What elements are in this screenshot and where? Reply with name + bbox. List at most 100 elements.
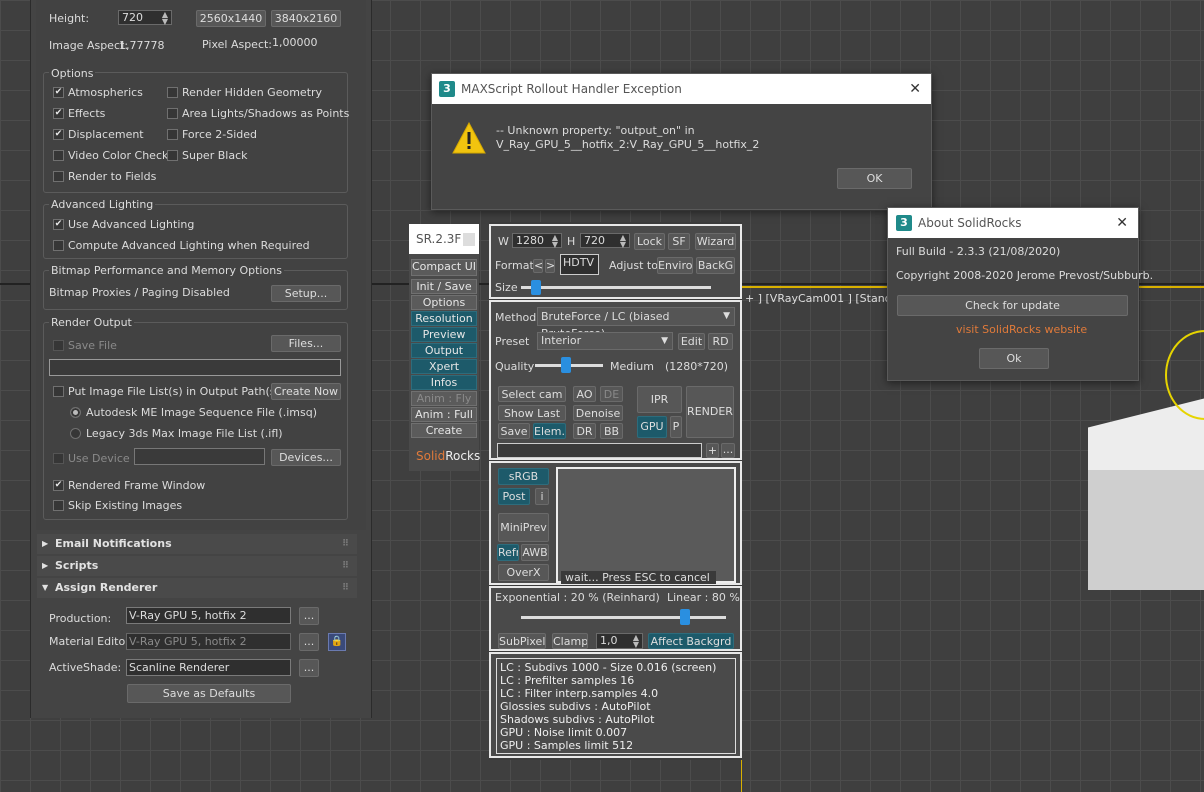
autodesk-sequence-radio[interactable] [70,407,81,418]
lock-button[interactable]: Lock [634,233,665,250]
devices-button[interactable]: Devices... [271,449,341,466]
format-field[interactable]: HDTV [560,254,599,275]
assign-renderer-rollout[interactable]: ▼ Assign Renderer ⠿ [37,578,357,598]
ao-button[interactable]: AO [573,386,596,402]
command-field[interactable] [497,443,702,458]
backg-button[interactable]: BackG [696,257,735,274]
area-lights-checkbox[interactable] [167,108,178,119]
compute-advanced-lighting-checkbox[interactable] [53,240,64,251]
refresh-button[interactable]: Refr [497,544,519,561]
use-device-checkbox[interactable] [53,453,64,464]
height-spinner[interactable]: 720 ▲ ▼ [118,10,172,26]
method-dropdown[interactable]: BruteForce / LC (biased BruteForce)▼ [537,307,735,340]
render-button[interactable]: RENDER [686,386,734,438]
srgb-button[interactable]: sRGB [498,468,549,485]
format-prev-button[interactable]: < [533,259,543,273]
enviro-button[interactable]: Enviro [657,257,693,274]
overx-button[interactable]: OverX [498,564,549,581]
super-black-checkbox[interactable] [167,150,178,161]
activeshade-field[interactable]: Scanline Renderer [126,659,291,676]
atmospherics-checkbox[interactable]: ✔ [53,87,64,98]
infos-button[interactable]: Infos [411,375,477,390]
gpu-button[interactable]: GPU [637,416,667,438]
website-link[interactable]: visit SolidRocks website [956,323,1087,336]
maxscript-ok-button[interactable]: OK [837,168,912,189]
quality-slider-knob[interactable] [560,357,571,373]
skip-existing-checkbox[interactable] [53,500,64,511]
save-as-defaults-button[interactable]: Save as Defaults [127,684,291,703]
preview-button[interactable]: Preview [411,327,477,342]
video-color-check-checkbox[interactable] [53,150,64,161]
info-i-button[interactable]: i [535,488,549,505]
check-for-update-button[interactable]: Check for update [897,295,1128,316]
render-to-fields-checkbox[interactable] [53,171,64,182]
close-icon[interactable]: ✕ [909,74,921,104]
activeshade-choose-button[interactable]: ... [299,659,319,677]
output-path-field[interactable] [49,359,341,376]
use-advanced-lighting-checkbox[interactable]: ✔ [53,219,64,230]
compact-ui-button[interactable]: Compact UI [411,259,477,276]
affect-backgrd-button[interactable]: Affect Backgrd [648,633,734,649]
render-hidden-checkbox[interactable] [167,87,178,98]
legacy-sequence-radio[interactable] [70,428,81,439]
preset-3840-button[interactable]: 3840x2160 [271,10,341,27]
elem-button[interactable]: Elem. [533,423,566,439]
output-button[interactable]: Output [411,343,477,358]
post-button[interactable]: Post [498,488,530,505]
awb-button[interactable]: AWB [521,544,549,561]
show-last-button[interactable]: Show Last [498,405,566,421]
close-icon[interactable]: ✕ [1116,208,1128,238]
exposure-slider-knob[interactable] [680,609,690,625]
create-now-button[interactable]: Create Now [271,383,341,400]
width-spinner[interactable]: 1280 ▲ ▼ [512,233,562,249]
save-file-checkbox[interactable] [53,340,64,351]
height-short-spinner[interactable]: 720 ▲ ▼ [580,233,630,249]
production-choose-button[interactable]: ... [299,607,319,625]
about-ok-button[interactable]: Ok [979,348,1049,369]
p-button[interactable]: P [670,416,682,438]
xpert-button[interactable]: Xpert [411,359,477,374]
select-cam-button[interactable]: Select cam [498,386,566,402]
force-2-sided-checkbox[interactable] [167,129,178,140]
clamp-button[interactable]: Clamp [552,633,588,649]
device-field[interactable] [134,448,265,465]
lock-icon[interactable]: 🔒 [328,633,346,651]
format-next-button[interactable]: > [545,259,555,273]
rd-button[interactable]: RD [708,333,733,350]
size-slider-knob[interactable] [531,280,542,295]
material-editor-choose-button[interactable]: ... [299,633,319,651]
effects-checkbox[interactable]: ✔ [53,108,64,119]
denoise-button[interactable]: Denoise [573,405,623,421]
preset-edit-button[interactable]: Edit [678,333,705,350]
setup-button[interactable]: Setup... [271,285,341,302]
files-button[interactable]: Files... [271,335,341,352]
ipr-button[interactable]: IPR [637,386,682,413]
options-button[interactable]: Options [411,295,477,310]
create-button[interactable]: Create [411,423,477,438]
anim-fly-button[interactable]: Anim : Fly [411,391,477,406]
subpixel-button[interactable]: SubPixel [498,633,546,649]
de-button[interactable]: DE [600,386,623,402]
dr-button[interactable]: DR [573,423,596,439]
clamp-spinner[interactable]: 1,0 ▲ ▼ [596,633,643,649]
put-image-list-checkbox[interactable] [53,386,64,397]
size-slider-track[interactable] [521,286,711,289]
viewport-label[interactable]: + ] [VRayCam001 ] [Standard [745,292,910,305]
production-field[interactable]: V-Ray GPU 5, hotfix 2 [126,607,291,624]
init-save-button[interactable]: Init / Save [411,279,477,294]
exposure-slider-track[interactable] [521,616,726,619]
email-notifications-rollout[interactable]: ▶ Email Notifications ⠿ [37,534,357,554]
scripts-rollout[interactable]: ▶ Scripts ⠿ [37,556,357,576]
bb-button[interactable]: BB [600,423,623,439]
rendered-frame-window-checkbox[interactable]: ✔ [53,480,64,491]
more-button[interactable]: ... [721,443,735,458]
material-editor-field[interactable]: V-Ray GPU 5, hotfix 2 [126,633,291,650]
wizard-button[interactable]: Wizard [695,233,736,250]
image-aspect-value[interactable]: 1,77778 [119,39,165,52]
save-button[interactable]: Save [498,423,530,439]
preset-2560-button[interactable]: 2560x1440 [196,10,266,27]
preview-frame[interactable] [556,467,736,583]
pixel-aspect-value[interactable]: 1,00000 [272,36,318,49]
anim-full-button[interactable]: Anim : Full [411,407,477,422]
miniprev-button[interactable]: MiniPrev [498,513,549,542]
